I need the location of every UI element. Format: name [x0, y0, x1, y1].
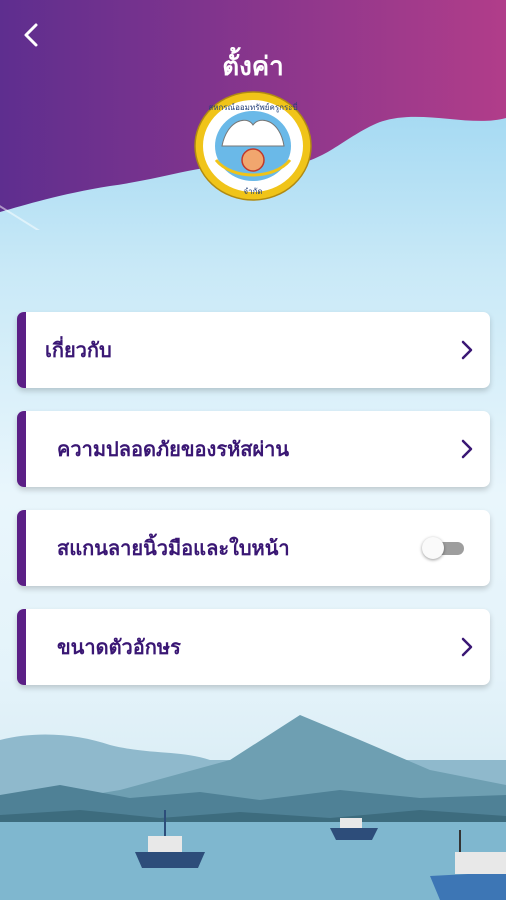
accent-bar — [17, 609, 26, 685]
accent-bar — [17, 411, 26, 487]
menu-item-password-security[interactable]: ความปลอดภัยของรหัสผ่าน — [17, 411, 490, 487]
menu-item-label: ความปลอดภัยของรหัสผ่าน — [57, 437, 290, 461]
cooperative-logo: สหกรณ์ออมทรัพย์ครูกระบี่ จำกัด — [194, 91, 312, 201]
menu-item-font-size[interactable]: ขนาดตัวอักษร — [17, 609, 490, 685]
logo-bottom-text: จำกัด — [243, 187, 262, 196]
accent-bar — [17, 312, 26, 388]
toggle-knob — [422, 537, 444, 559]
biometric-toggle[interactable] — [422, 537, 464, 559]
chevron-right-icon — [461, 340, 473, 360]
menu-item-label: ขนาดตัวอักษร — [57, 635, 181, 659]
menu-item-biometric-scan: สแกนลายนิ้วมือและใบหน้า — [17, 510, 490, 586]
accent-bar — [17, 510, 26, 586]
chevron-right-icon — [461, 637, 473, 657]
menu-item-about[interactable]: เกี่ยวกับ — [17, 312, 490, 388]
logo-ring-text: สหกรณ์ออมทรัพย์ครูกระบี่ — [208, 101, 297, 113]
chevron-right-icon — [461, 439, 473, 459]
chevron-left-icon — [24, 23, 38, 47]
mountain-sea-illustration — [0, 715, 506, 900]
menu-item-label: สแกนลายนิ้วมือและใบหน้า — [57, 536, 290, 560]
menu-item-label: เกี่ยวกับ — [45, 338, 112, 362]
page-title: ตั้งค่า — [222, 52, 284, 82]
